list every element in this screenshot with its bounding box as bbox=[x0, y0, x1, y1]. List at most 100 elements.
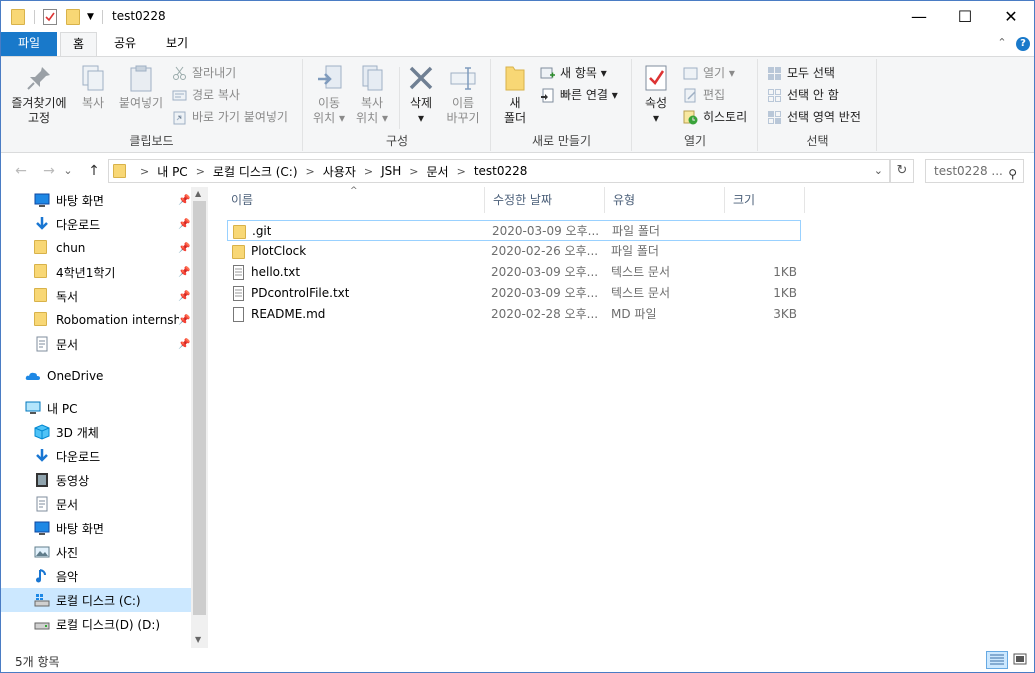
history-button[interactable]: 히스토리 bbox=[683, 107, 747, 127]
nav-item-reading[interactable]: 독서 📌 bbox=[1, 284, 191, 308]
nav-item-videos[interactable]: 동영상 bbox=[1, 468, 191, 492]
collapse-ribbon-button[interactable]: ⌃ bbox=[994, 32, 1010, 56]
breadcrumb-documents[interactable]: 문서 > bbox=[427, 163, 474, 180]
nav-item-downloads[interactable]: 다운로드 bbox=[1, 444, 191, 468]
paste-shortcut-button[interactable]: 바로 가기 붙여넣기 bbox=[172, 107, 288, 127]
documents-icon bbox=[34, 496, 50, 512]
file-list: ^ 이름 수정한 날짜 유형 크기 .git 2020-03-09 오후... … bbox=[209, 186, 1034, 648]
address-dropdown-button[interactable]: ⌄ bbox=[874, 164, 883, 177]
column-header-type[interactable]: 유형 bbox=[605, 187, 725, 213]
this-pc-icon bbox=[25, 400, 41, 416]
clipboard-group-label: 클립보드 bbox=[129, 134, 174, 148]
breadcrumb-test0228[interactable]: test0228 bbox=[474, 164, 528, 178]
file-row-git[interactable]: .git 2020-03-09 오후... 파일 폴더 bbox=[227, 220, 801, 241]
file-row-pdcontrolfile-txt[interactable]: PDcontrolFile.txt 2020-03-09 오후... 텍스트 문… bbox=[227, 283, 801, 304]
nav-item-onedrive[interactable]: OneDrive bbox=[1, 364, 191, 388]
edit-button[interactable]: 편집 bbox=[683, 85, 725, 105]
navigation-pane: 바탕 화면 📌 다운로드 📌 chun 📌 4학년1학기 📌 독서 📌 Robo… bbox=[1, 187, 209, 648]
nav-item-music[interactable]: 음악 bbox=[1, 564, 191, 588]
navigation-scrollbar[interactable]: ▲ ▼ bbox=[191, 187, 208, 648]
pin-icon: 📌 bbox=[178, 242, 191, 254]
nav-item-local-disk-c[interactable]: 로컬 디스크 (C:) bbox=[1, 588, 191, 612]
breadcrumb-users[interactable]: 사용자 > bbox=[323, 163, 381, 180]
column-header-modified[interactable]: 수정한 날짜 bbox=[485, 187, 605, 213]
file-row-plotclock[interactable]: PlotClock 2020-02-26 오후... 파일 폴더 bbox=[227, 241, 801, 262]
copy-button[interactable]: 복사 bbox=[75, 63, 111, 111]
customize-quick-access-icon[interactable]: ▼ bbox=[87, 7, 94, 27]
properties-check-icon bbox=[641, 63, 671, 93]
forward-button[interactable]: → bbox=[39, 161, 59, 181]
invert-selection-icon bbox=[767, 110, 782, 125]
pin-icon bbox=[24, 63, 54, 93]
onedrive-icon bbox=[25, 368, 41, 384]
pin-icon: 📌 bbox=[178, 290, 191, 302]
status-bar: 5개 항목 bbox=[1, 648, 1034, 672]
window-title: test0228 bbox=[112, 9, 166, 23]
tab-view[interactable]: 보기 bbox=[158, 32, 196, 56]
cut-button[interactable]: 잘라내기 bbox=[172, 63, 236, 83]
nav-item-documents-pinned[interactable]: 문서 📌 bbox=[1, 332, 191, 356]
scroll-down-icon[interactable]: ▼ bbox=[195, 635, 201, 644]
nav-item-chun[interactable]: chun 📌 bbox=[1, 236, 191, 260]
breadcrumb-jsh[interactable]: JSH > bbox=[381, 164, 426, 178]
paste-button[interactable]: 붙여넣기 bbox=[115, 63, 167, 111]
nav-item-4th-year[interactable]: 4학년1학기 📌 bbox=[1, 260, 191, 284]
clipboard-group: 즐겨찾기에 고정 복사 붙여넣기 잘라내기 경로 복사 바로 가기 붙여넣기 클… bbox=[1, 59, 303, 151]
column-header-name[interactable]: 이름 bbox=[223, 187, 485, 213]
nav-item-documents[interactable]: 문서 bbox=[1, 492, 191, 516]
tab-share[interactable]: 공유 bbox=[106, 32, 144, 56]
up-button[interactable]: ↑ bbox=[84, 161, 104, 181]
minimize-button[interactable]: — bbox=[896, 1, 942, 32]
3d-objects-icon bbox=[34, 424, 50, 440]
column-header-size[interactable]: 크기 bbox=[725, 187, 805, 213]
scroll-up-icon[interactable]: ▲ bbox=[195, 189, 201, 198]
music-icon bbox=[34, 568, 50, 584]
large-icons-view-button[interactable] bbox=[1010, 651, 1032, 669]
rename-button[interactable]: 이름 바꾸기 bbox=[442, 63, 484, 126]
new-folder-icon[interactable] bbox=[66, 7, 80, 27]
copy-to-button[interactable]: 복사 위치 ▾ bbox=[352, 63, 392, 126]
help-icon[interactable]: ? bbox=[1016, 37, 1030, 51]
nav-item-robomation[interactable]: Robomation internship 📌 bbox=[1, 308, 191, 332]
new-folder-button[interactable]: 새 폴더 bbox=[498, 63, 532, 126]
recent-locations-button[interactable]: ⌄ bbox=[61, 161, 75, 181]
easy-access-button[interactable]: 빠른 연결 ▾ bbox=[540, 85, 618, 105]
maximize-button[interactable]: ☐ bbox=[942, 1, 988, 32]
copy-path-button[interactable]: 경로 복사 bbox=[172, 85, 240, 105]
nav-item-local-disk-d[interactable]: 로컬 디스크(D) (D:) bbox=[1, 612, 191, 636]
chevron-right-icon: > bbox=[363, 164, 374, 178]
open-button[interactable]: 열기 ▾ bbox=[683, 63, 735, 83]
file-row-readme-md[interactable]: README.md 2020-02-28 오후... MD 파일 3KB bbox=[227, 304, 801, 325]
pin-to-quick-access-button[interactable]: 즐겨찾기에 고정 bbox=[7, 63, 71, 126]
refresh-button[interactable]: ↻ bbox=[890, 159, 914, 183]
invert-selection-button[interactable]: 선택 영역 반전 bbox=[767, 107, 861, 127]
tab-home[interactable]: 홈 bbox=[60, 32, 97, 57]
nav-item-desktop[interactable]: 바탕 화면 bbox=[1, 516, 191, 540]
folder-icon bbox=[113, 164, 126, 178]
details-view-button[interactable] bbox=[986, 651, 1008, 669]
tab-file[interactable]: 파일 bbox=[1, 32, 57, 56]
file-row-hello-txt[interactable]: hello.txt 2020-03-09 오후... 텍스트 문서 1KB bbox=[227, 262, 801, 283]
nav-item-downloads-pinned[interactable]: 다운로드 📌 bbox=[1, 212, 191, 236]
properties-button[interactable]: 속성 ▾ bbox=[639, 63, 673, 126]
back-button[interactable]: ← bbox=[11, 161, 31, 181]
search-input[interactable]: test0228 ... ⚲ bbox=[925, 159, 1024, 183]
close-button[interactable]: ✕ bbox=[988, 1, 1034, 32]
desktop-icon bbox=[34, 520, 50, 536]
breadcrumb-local-disk[interactable]: 로컬 디스크 (C:) > bbox=[213, 163, 323, 180]
nav-item-desktop-pinned[interactable]: 바탕 화면 📌 bbox=[1, 188, 191, 212]
properties-icon[interactable] bbox=[43, 7, 57, 27]
address-bar[interactable]: > 내 PC > 로컬 디스크 (C:) > 사용자 > JSH > 문서 > test0… bbox=[108, 159, 890, 183]
new-item-button[interactable]: 새 항목 ▾ bbox=[540, 63, 607, 83]
move-to-button[interactable]: 이동 위치 ▾ bbox=[309, 63, 349, 126]
nav-item-3d-objects[interactable]: 3D 개체 bbox=[1, 420, 191, 444]
scrollbar-thumb[interactable] bbox=[193, 201, 206, 615]
pin-icon: 📌 bbox=[178, 194, 191, 206]
breadcrumb-this-pc[interactable]: 내 PC > bbox=[157, 163, 213, 180]
nav-item-pictures[interactable]: 사진 bbox=[1, 540, 191, 564]
delete-button[interactable]: 삭제 ▾ bbox=[403, 63, 439, 126]
ribbon: 즐겨찾기에 고정 복사 붙여넣기 잘라내기 경로 복사 바로 가기 붙여넣기 클… bbox=[1, 56, 1034, 153]
nav-item-this-pc[interactable]: 내 PC bbox=[1, 396, 191, 420]
select-all-button[interactable]: 모두 선택 bbox=[767, 63, 835, 83]
select-none-button[interactable]: 선택 안 함 bbox=[767, 85, 839, 105]
